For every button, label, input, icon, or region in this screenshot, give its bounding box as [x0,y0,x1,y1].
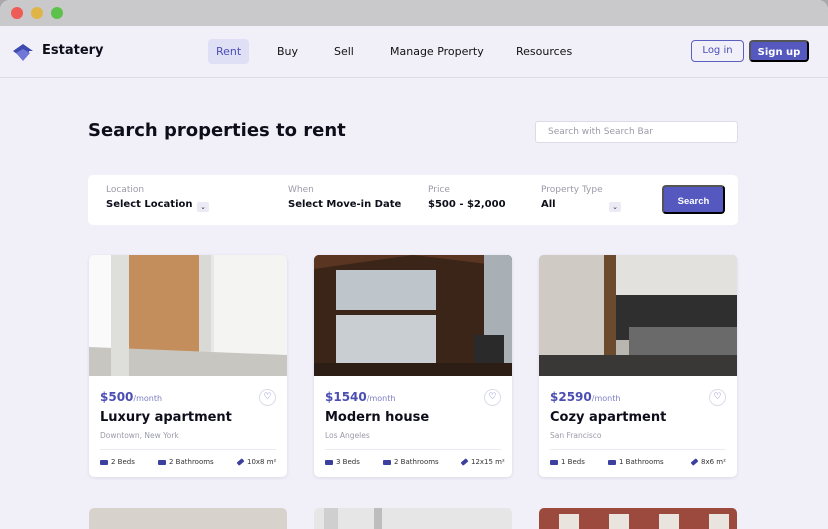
property-type-select[interactable]: All [541,199,556,210]
when-select[interactable]: Select Move-in Date [288,199,401,210]
bed-icon [325,459,333,465]
minimize-window-icon[interactable] [31,7,43,19]
when-label: When [288,185,314,195]
listing-card-partial[interactable] [539,508,737,529]
location-select[interactable]: Select Location [106,199,193,210]
beds-value: 2 Beds [111,458,135,466]
beds-value: 1 Beds [561,458,585,466]
location-label: Location [106,185,145,195]
location-chevron-down-icon[interactable]: ⌄ [197,202,209,212]
beds-spec: 2 Beds [100,458,135,466]
beds-spec: 1 Beds [550,458,585,466]
card-divider [325,449,501,450]
baths-spec: 2 Bathrooms [383,458,439,466]
beds-value: 3 Beds [336,458,360,466]
signup-button[interactable]: Sign up [749,40,809,62]
window-titlebar [0,0,828,26]
bath-icon [608,459,616,465]
heart-icon[interactable]: ♡ [259,389,276,406]
page-title: Search properties to rent [88,120,346,141]
listing-card[interactable]: $2590/month ♡ Cozy apartment San Francis… [539,255,737,477]
nav-sell[interactable]: Sell [326,39,362,64]
listing-card[interactable]: $1540/month ♡ Modern house Los Angeles 3… [314,255,512,477]
filter-panel: Location Select Location ⌄ When Select M… [88,175,738,225]
price-period: /month [591,394,621,403]
listing-title[interactable]: Modern house [325,410,429,425]
top-navbar: Estatery Rent Buy Sell Manage Property R… [0,26,828,78]
browser-window: Estatery Rent Buy Sell Manage Property R… [0,0,828,529]
bath-icon [383,459,391,465]
listing-photo [314,255,512,376]
beds-spec: 3 Beds [325,458,360,466]
card-divider [100,449,276,450]
ruler-icon [236,458,245,466]
area-value: 8x6 m² [701,458,726,466]
baths-value: 2 Bathrooms [394,458,439,466]
listing-title[interactable]: Luxury apartment [100,410,232,425]
search-input[interactable]: Search with Search Bar [535,121,738,143]
brand-name[interactable]: Estatery [42,43,104,58]
listing-card-partial[interactable] [314,508,512,529]
login-button[interactable]: Log in [691,40,744,62]
price-value: $2590 [550,390,592,404]
card-divider [550,449,726,450]
price-value: $1540 [325,390,367,404]
baths-value: 2 Bathrooms [169,458,214,466]
nav-resources[interactable]: Resources [508,39,580,64]
listing-card[interactable]: $500/month ♡ Luxury apartment Downtown, … [89,255,287,477]
price-period: /month [133,394,163,403]
search-button[interactable]: Search [662,185,725,214]
baths-value: 1 Bathrooms [619,458,664,466]
area-spec: 12x15 m² [460,458,505,466]
area-value: 12x15 m² [471,458,505,466]
price-select[interactable]: $500 - $2,000 [428,199,506,210]
property-type-chevron-down-icon[interactable]: ⌄ [609,202,621,212]
listing-price: $500/month [100,390,162,404]
nav-buy[interactable]: Buy [269,39,306,64]
price-label: Price [428,185,450,195]
listing-title[interactable]: Cozy apartment [550,410,666,425]
listing-location: Downtown, New York [100,431,179,440]
listing-card-partial[interactable] [89,508,287,529]
listing-price: $1540/month [325,390,395,404]
area-value: 10x8 m² [247,458,277,466]
nav-manage-property[interactable]: Manage Property [382,39,492,64]
bath-icon [158,459,166,465]
close-window-icon[interactable] [11,7,23,19]
baths-spec: 2 Bathrooms [158,458,214,466]
house-logo-icon[interactable] [12,41,34,63]
heart-icon[interactable]: ♡ [484,389,501,406]
baths-spec: 1 Bathrooms [608,458,664,466]
maximize-window-icon[interactable] [51,7,63,19]
ruler-icon [460,458,469,466]
ruler-icon [690,458,699,466]
area-spec: 10x8 m² [236,458,277,466]
listing-photo [539,255,737,376]
listing-location: San Francisco [550,431,602,440]
price-period: /month [366,394,396,403]
bed-icon [550,459,558,465]
listing-photo [89,255,287,376]
listing-location: Los Angeles [325,431,370,440]
heart-icon[interactable]: ♡ [709,389,726,406]
nav-rent[interactable]: Rent [208,39,250,64]
price-value: $500 [100,390,134,404]
listing-price: $2590/month [550,390,620,404]
bed-icon [100,459,108,465]
property-type-label: Property Type [541,185,603,195]
area-spec: 8x6 m² [690,458,726,466]
